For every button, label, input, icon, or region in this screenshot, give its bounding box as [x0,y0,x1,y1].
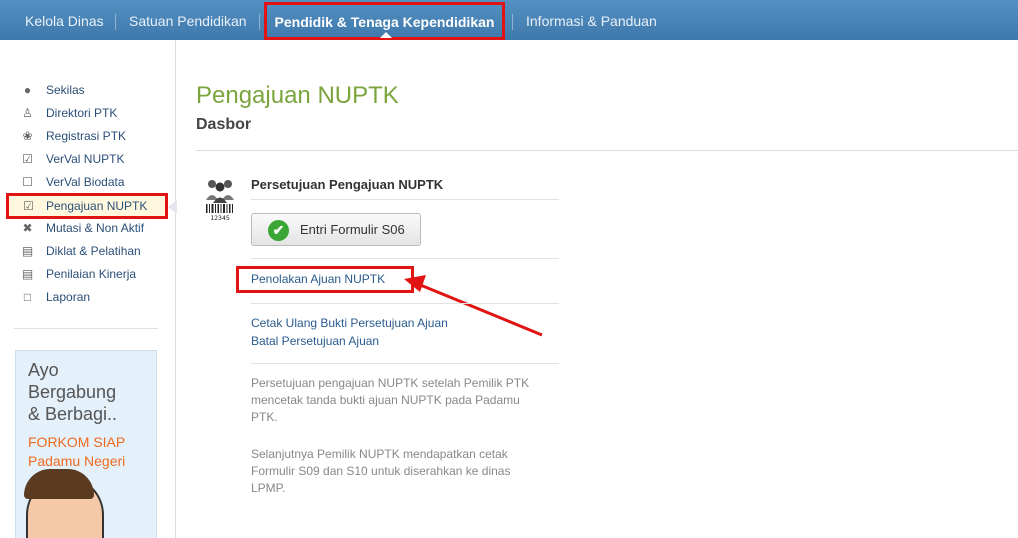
promo-line: Padamu Negeri [28,453,126,469]
nav-pendidik-tenaga-kependidikan[interactable]: Pendidik & Tenaga Kependidikan [264,2,505,40]
cetak-ulang-link[interactable]: Cetak Ulang Bukti Persetujuan Ajuan [251,316,448,330]
sidebar-item-label: Pengajuan NUPTK [46,199,148,213]
promo-line: FORKOM SIAP [28,434,126,450]
sidebar-item-mutasi-non-aktif[interactable]: ✖ Mutasi & Non Aktif [20,218,170,238]
active-caret-icon [380,32,392,38]
description-paragraph-2: Selanjutnya Pemilik NUPTK mendapatkan ce… [251,446,561,497]
sidebar-item-label: Registrasi PTK [46,129,127,143]
promo-line: Ayo [28,360,59,380]
barcode-number: 12345 [210,214,230,222]
sidebar-item-label: VerVal NUPTK [46,152,125,166]
promo-headline: Ayo Bergabung & Berbagi.. [28,359,117,425]
nav-separator [115,14,116,30]
sidebar-item-registrasi-ptk[interactable]: ❀ Registrasi PTK [20,126,170,146]
batal-persetujuan-link[interactable]: Batal Persetujuan Ajuan [251,334,379,348]
document-icon: □ [23,290,32,304]
nav-separator [512,14,513,30]
promo-subline: FORKOM SIAP Padamu Negeri [28,433,125,471]
description-line: LPMP. [251,481,286,495]
top-navigation: Kelola Dinas Satuan Pendidikan Pendidik … [0,0,1018,40]
description-line: Selanjutnya Pemilik NUPTK mendapatkan ce… [251,447,508,461]
clipboard-check-icon: ☑ [23,199,34,213]
annotation-arrow [404,275,543,337]
chart-icon: ▤ [21,267,34,281]
user-icon: ♙ [22,106,33,120]
nav-kelola-dinas[interactable]: Kelola Dinas [25,0,104,40]
description-line: PTK. [251,410,278,424]
sidebar-item-laporan[interactable]: □ Laporan [20,287,170,307]
page-title: Pengajuan NUPTK [196,82,399,109]
description-line: mencetak tanda bukti ajuan NUPTK pada Pa… [251,393,520,407]
description-paragraph-1: Persetujuan pengajuan NUPTK setelah Pemi… [251,375,561,426]
clipboard-check-icon: ☑ [22,152,33,166]
card-title: Persetujuan Pengajuan NUPTK [251,177,444,192]
entri-formulir-s06-button[interactable]: ✔ Entri Formulir S06 [251,213,421,246]
forkom-promo-banner[interactable]: Ayo Bergabung & Berbagi.. FORKOM SIAP Pa… [15,350,157,538]
penolakan-ajuan-link[interactable]: Penolakan Ajuan NUPTK [251,272,385,286]
sidebar-item-label: Diklat & Pelatihan [46,244,141,258]
card-divider [251,303,559,304]
sidebar-item-label: Sekilas [46,83,85,97]
register-icon: ❀ [22,129,33,143]
nav-satuan-pendidikan[interactable]: Satuan Pendidikan [129,0,247,40]
card-divider [251,258,559,259]
sidebar-item-label: Mutasi & Non Aktif [46,221,145,235]
sidebar: ● Sekilas ♙ Direktori PTK ❀ Registrasi P… [0,40,177,538]
nav-separator [259,14,260,30]
chart-icon: ▤ [21,244,34,258]
check-icon: ✔ [268,220,289,241]
button-label: Entri Formulir S06 [300,222,405,237]
sidebar-item-sekilas[interactable]: ● Sekilas [20,80,170,100]
clipboard-icon: ☐ [22,175,33,189]
active-pointer-icon [168,200,177,214]
sidebar-item-penilaian-kinerja[interactable]: ▤ Penilaian Kinerja [20,264,170,284]
promo-line: & Berbagi.. [28,404,118,424]
sidebar-item-verval-biodata[interactable]: ☐ VerVal Biodata [20,172,170,192]
promo-line: Bergabung [28,382,117,402]
sidebar-item-pengajuan-nuptk[interactable]: ☑ Pengajuan NUPTK [6,193,168,219]
sidebar-item-verval-nuptk[interactable]: ☑ VerVal NUPTK [20,149,170,169]
nav-informasi-panduan[interactable]: Informasi & Panduan [526,0,657,40]
page-subtitle: Dasbor [196,116,252,133]
info-icon: ● [23,83,32,97]
description-line: Formulir S09 dan S10 untuk diserahkan ke… [251,464,511,478]
sidebar-item-label: Penilaian Kinerja [46,267,137,281]
card-divider [251,363,559,364]
sidebar-item-diklat-pelatihan[interactable]: ▤ Diklat & Pelatihan [20,241,170,261]
sidebar-divider [14,328,158,329]
ptk-people-barcode-icon: 12345 [206,180,234,222]
close-icon: ✖ [22,221,33,235]
title-divider [196,150,1018,151]
sidebar-item-label: VerVal Biodata [46,175,125,189]
card-divider [251,199,559,200]
sidebar-item-direktori-ptk[interactable]: ♙ Direktori PTK [20,103,170,123]
description-line: Persetujuan pengajuan NUPTK setelah Pemi… [251,376,530,390]
sidebar-item-label: Laporan [46,290,91,304]
promo-mascot-hair [24,469,94,499]
nav-active-label: Pendidik & Tenaga Kependidikan [274,14,495,30]
sidebar-item-label: Direktori PTK [46,106,118,120]
